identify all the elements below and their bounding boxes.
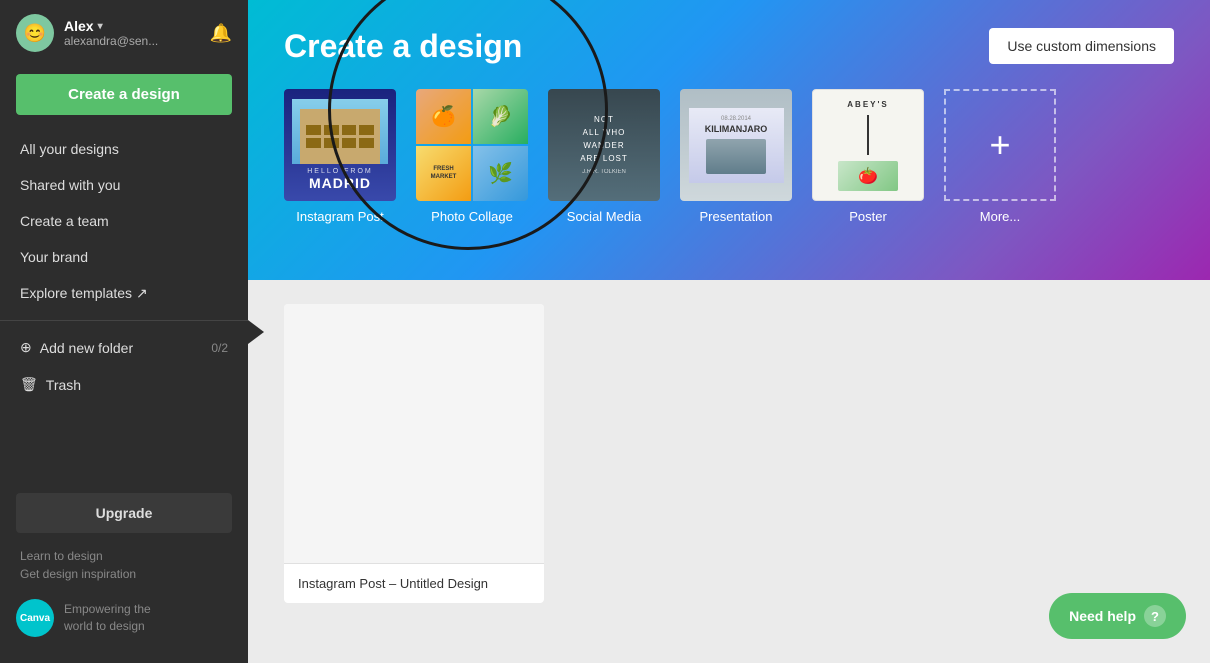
social-label: Social Media [567,209,641,224]
instagram-thumbnail: HELLO FROM MADRID [284,89,396,201]
template-social-media[interactable]: NOT ALL WHO WANDER ARE LOST J.R.R. TOLKI… [548,89,660,224]
collage-label: Photo Collage [431,209,513,224]
template-presentation[interactable]: 08.28.2014 KILIMANJARO Presentation [680,89,792,224]
template-instagram-post[interactable]: HELLO FROM MADRID Instagram Post [284,89,396,224]
sidebar-bottom: Upgrade Learn to design Get design inspi… [0,485,248,663]
sidebar-item-trash[interactable]: 🗑 Trash [0,366,248,403]
notification-bell-icon[interactable]: 🔔 [210,23,232,44]
sidebar-item-all-designs[interactable]: All your designs [0,131,248,167]
template-poster[interactable]: ABEY'S 🍅 Poster [812,89,924,224]
presentation-thumbnail: 08.28.2014 KILIMANJARO [680,89,792,201]
canva-logo: Canva [16,599,54,637]
user-email: alexandra@sen... [64,34,200,48]
add-folder-icon: ⊕ [20,339,32,356]
canva-branding: Canva Empowering theworld to design [0,589,248,647]
template-more[interactable]: + More... [944,89,1056,224]
nav-divider [0,320,248,321]
sidebar-item-shared[interactable]: Shared with you [0,167,248,203]
canva-tagline: Empowering theworld to design [64,601,151,635]
custom-dimensions-button[interactable]: Use custom dimensions [989,28,1174,64]
sidebar-header: 😊 Alex ▾ alexandra@sen... 🔔 [0,0,248,66]
get-inspiration-link[interactable]: Get design inspiration [20,567,228,581]
template-photo-collage[interactable]: 🍊 🥬 FRESH MARKET 🌿 Photo Collage [416,89,528,224]
design-preview [284,304,544,564]
social-thumbnail: NOT ALL WHO WANDER ARE LOST J.R.R. TOLKI… [548,89,660,201]
sidebar-expand-arrow-icon[interactable] [248,320,264,344]
more-thumbnail[interactable]: + [944,89,1056,201]
presentation-label: Presentation [700,209,773,224]
sidebar-item-your-brand[interactable]: Your brand [0,239,248,275]
sidebar: 😊 Alex ▾ alexandra@sen... 🔔 Create a des… [0,0,248,663]
footer-links: Learn to design Get design inspiration [0,541,248,589]
folder-count: 0/2 [211,341,228,355]
need-help-button[interactable]: Need help ? [1049,593,1186,639]
sidebar-item-add-folder[interactable]: ⊕ Add new folder 0/2 [0,329,248,366]
more-plus-icon: + [989,127,1010,163]
user-info: Alex ▾ alexandra@sen... [64,18,200,48]
recent-designs: Instagram Post – Untitled Design [284,304,1174,603]
sidebar-item-explore[interactable]: Explore templates ↗ [0,275,248,312]
user-name: Alex ▾ [64,18,200,34]
trash-icon: 🗑 [20,376,38,393]
main-content: Create a design Use custom dimensions [248,0,1210,663]
poster-thumbnail: ABEY'S 🍅 [812,89,924,201]
dropdown-arrow-icon[interactable]: ▾ [98,21,103,32]
learn-to-design-link[interactable]: Learn to design [20,549,228,563]
design-card[interactable]: Instagram Post – Untitled Design [284,304,544,603]
hero-banner: Create a design Use custom dimensions [248,0,1210,280]
instagram-label: Instagram Post [296,209,383,224]
madrid-image [292,99,388,164]
create-design-button[interactable]: Create a design [16,74,232,115]
design-card-title: Instagram Post – Untitled Design [284,564,544,603]
poster-label: Poster [849,209,887,224]
help-question-icon: ? [1144,605,1166,627]
sidebar-item-create-team[interactable]: Create a team [0,203,248,239]
template-grid: HELLO FROM MADRID Instagram Post 🍊 🥬 FRE… [284,89,1174,224]
avatar: 😊 [16,14,54,52]
upgrade-button[interactable]: Upgrade [16,493,232,533]
collage-thumbnail: 🍊 🥬 FRESH MARKET 🌿 [416,89,528,201]
need-help-label: Need help [1069,608,1136,624]
more-label: More... [980,209,1020,224]
